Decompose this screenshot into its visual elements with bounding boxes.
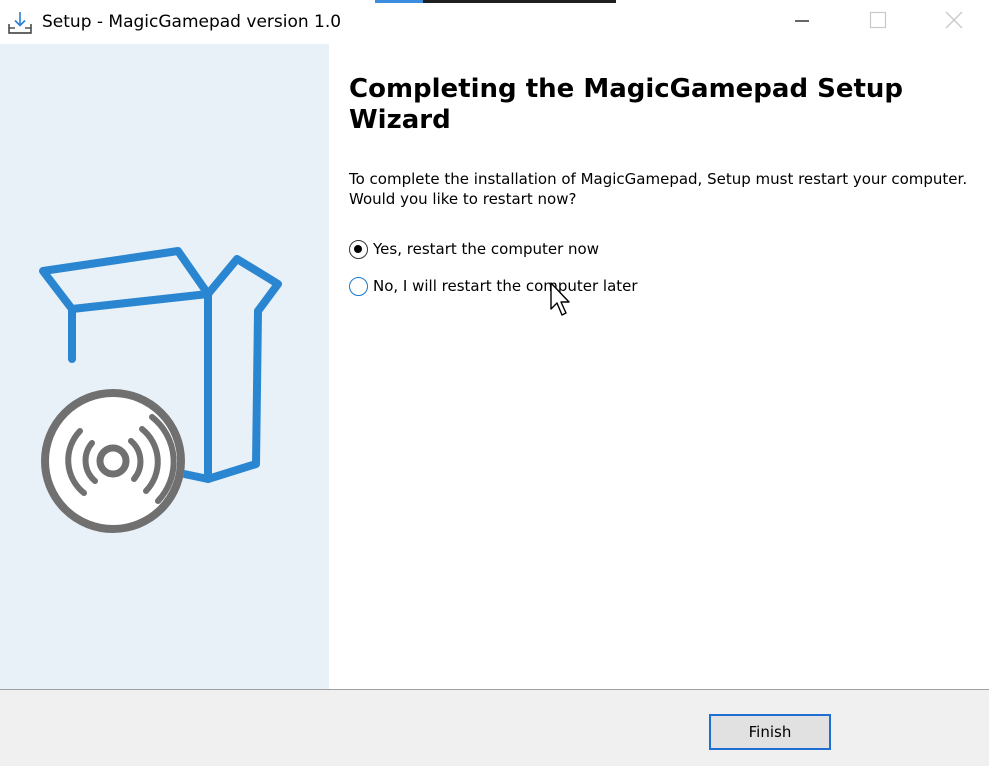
minimize-button[interactable] (772, 0, 832, 44)
wizard-footer: Finish (0, 689, 989, 766)
close-button[interactable] (924, 0, 984, 44)
title-bar[interactable]: Setup - MagicGamepad version 1.0 (0, 0, 989, 44)
close-icon (944, 10, 964, 34)
setup-download-icon (6, 9, 34, 37)
page-title: Completing the MagicGamepad Setup Wizard (349, 74, 904, 135)
restart-now-option[interactable]: Yes, restart the computer now (349, 237, 599, 261)
restart-later-option[interactable]: No, I will restart the computer later (349, 274, 638, 298)
window-title: Setup - MagicGamepad version 1.0 (42, 12, 342, 32)
wizard-side-panel (0, 44, 329, 689)
maximize-button[interactable] (848, 0, 908, 44)
restart-later-radio[interactable] (349, 276, 368, 296)
title-highlight (375, 0, 616, 3)
setup-window: Setup - MagicGamepad version 1.0 Complet… (0, 0, 989, 766)
minimize-icon (793, 11, 811, 33)
restart-message: To complete the installation of MagicGam… (349, 170, 968, 208)
wizard-content: Completing the MagicGamepad Setup Wizard… (329, 44, 989, 689)
title-highlight-accent (375, 0, 423, 3)
restart-later-label[interactable]: No, I will restart the computer later (373, 276, 638, 296)
maximize-icon (869, 11, 887, 33)
restart-now-label[interactable]: Yes, restart the computer now (373, 239, 599, 259)
finish-button[interactable]: Finish (709, 714, 831, 750)
software-box-with-disc-icon (30, 239, 300, 549)
restart-now-radio[interactable] (349, 239, 368, 259)
